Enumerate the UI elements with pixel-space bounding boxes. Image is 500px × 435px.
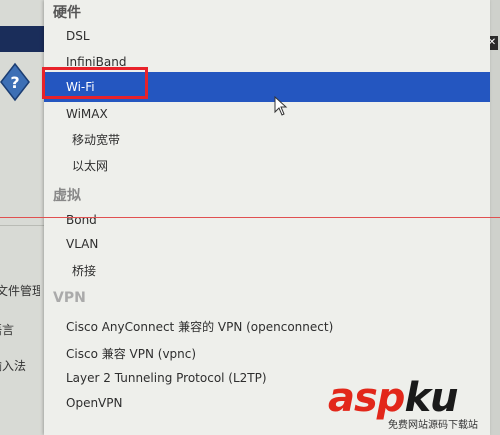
menu-item-ethernet[interactable]: 以太网 xyxy=(72,157,108,174)
menu-item-vlan[interactable]: VLAN xyxy=(66,237,98,251)
background-window-titlebar xyxy=(0,26,48,52)
background-divider xyxy=(0,225,48,226)
sidebar-label-language[interactable]: 语言 xyxy=(0,321,34,338)
watermark-subtitle: 免费网站源码下载站 xyxy=(388,420,478,431)
svg-text:?: ? xyxy=(10,73,19,92)
menu-item-cisco-vpnc[interactable]: Cisco 兼容 VPN (vpnc) xyxy=(66,345,196,362)
watermark-brand-black: ku xyxy=(404,375,458,421)
section-header-virtual: 虚拟 xyxy=(53,188,81,204)
section-header-hardware: 硬件 xyxy=(53,5,81,21)
sidebar-label-input-method[interactable]: 输入法 xyxy=(0,357,34,374)
red-line-annotation xyxy=(0,217,500,218)
sidebar-label-file-manager[interactable]: 文件管理 xyxy=(0,282,40,299)
menu-item-cisco-anyconnect[interactable]: Cisco AnyConnect 兼容的 VPN (openconnect) xyxy=(66,318,333,335)
section-header-vpn: VPN xyxy=(53,290,86,306)
watermark-logo: aspku 免费网站源码下载站 xyxy=(322,376,500,435)
menu-item-l2tp[interactable]: Layer 2 Tunneling Protocol (L2TP) xyxy=(66,371,267,385)
help-icon[interactable]: ? xyxy=(0,62,30,102)
highlight-box-annotation xyxy=(42,67,148,99)
menu-item-bridge[interactable]: 桥接 xyxy=(72,262,96,279)
menu-item-wimax[interactable]: WiMAX xyxy=(66,107,108,121)
menu-item-dsl[interactable]: DSL xyxy=(66,29,90,43)
menu-item-bond[interactable]: Bond xyxy=(66,213,97,227)
menu-item-openvpn[interactable]: OpenVPN xyxy=(66,396,122,410)
watermark-brand-red: asp xyxy=(328,375,405,421)
mouse-cursor-icon xyxy=(274,96,288,116)
menu-item-mobile-broadband[interactable]: 移动宽带 xyxy=(72,131,120,148)
